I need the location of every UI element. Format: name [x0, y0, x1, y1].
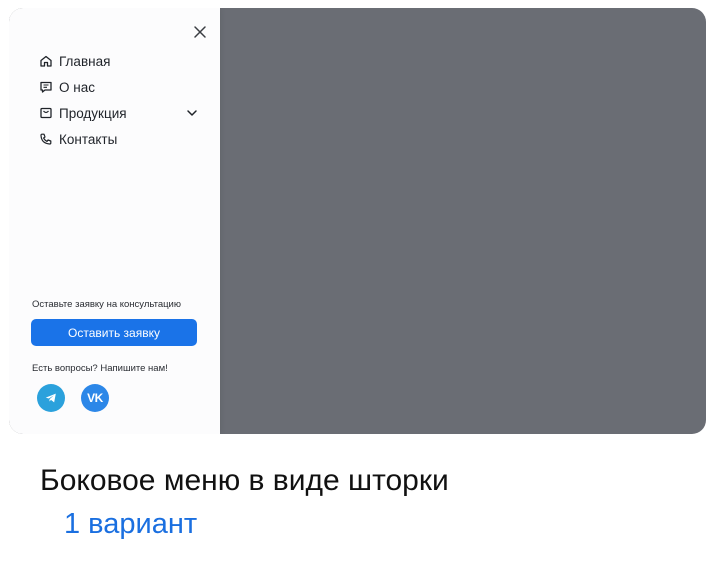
nav-item-label: Продукция [59, 105, 127, 121]
caption-variant: 1 вариант [64, 508, 198, 540]
box-icon [39, 106, 53, 120]
nav-item-home[interactable]: Главная [39, 48, 199, 74]
side-drawer: Главная О нас Продукция Контакты Оставьт… [9, 8, 220, 434]
nav-item-contacts[interactable]: Контакты [39, 126, 199, 152]
page-overlay[interactable] [220, 8, 706, 434]
nav-item-products[interactable]: Продукция [39, 100, 199, 126]
telegram-icon[interactable] [37, 384, 65, 412]
nav-item-label: Главная [59, 53, 111, 69]
nav-item-label: О нас [59, 79, 95, 95]
nav-item-about[interactable]: О нас [39, 74, 199, 100]
chevron-down-icon[interactable] [185, 106, 199, 120]
vk-icon[interactable]: VK [81, 384, 109, 412]
caption-title: Боковое меню в виде шторки [40, 464, 449, 497]
home-icon [39, 54, 53, 68]
drawer-nav: Главная О нас Продукция Контакты [39, 48, 199, 152]
request-button[interactable]: Оставить заявку [31, 319, 197, 346]
contact-prompt: Есть вопросы? Напишите нам! [32, 363, 168, 374]
nav-item-label: Контакты [59, 131, 118, 147]
close-icon[interactable] [192, 24, 208, 40]
vk-label: VK [87, 391, 103, 405]
mockup-frame: Главная О нас Продукция Контакты Оставьт… [9, 8, 706, 434]
phone-icon [39, 132, 53, 146]
cta-prompt: Оставьте заявку на консультацию [32, 299, 181, 310]
message-icon [39, 80, 53, 94]
